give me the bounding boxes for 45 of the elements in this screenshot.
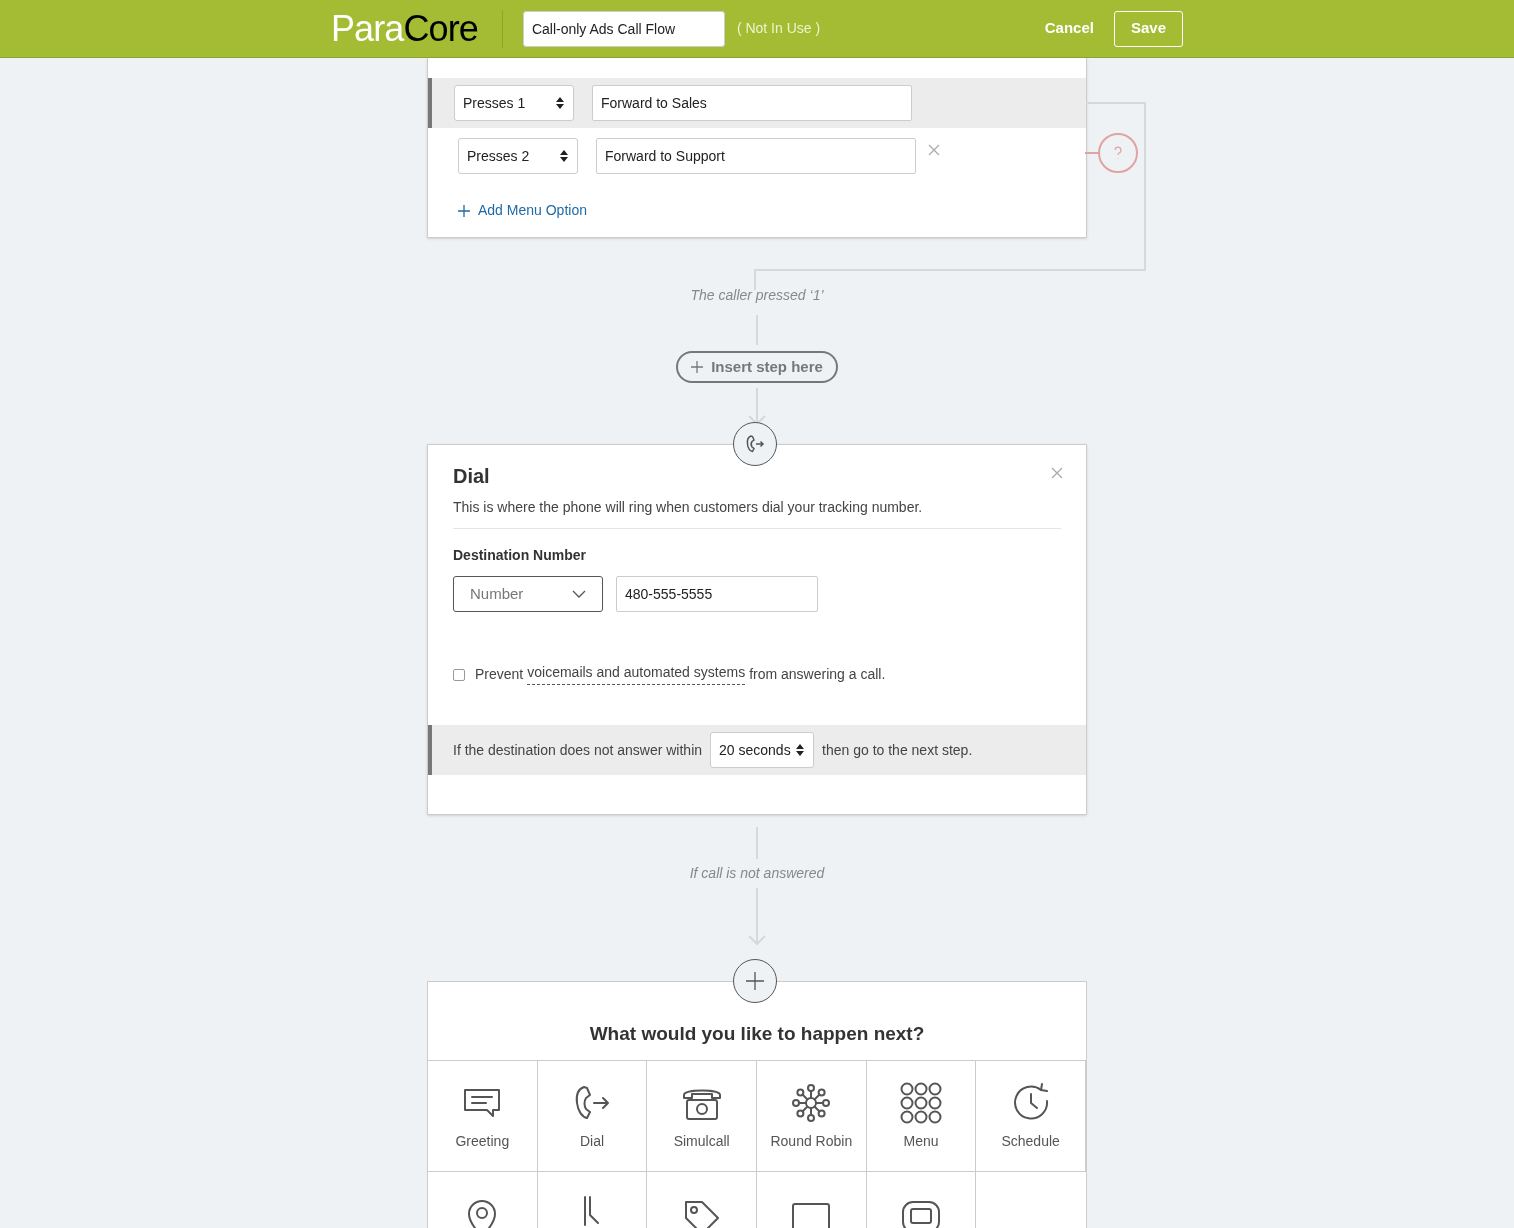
step-type-tile[interactable]: Dial (537, 1061, 648, 1172)
key-select[interactable]: Presses 2 (458, 138, 578, 174)
question-node-icon[interactable] (1098, 133, 1138, 173)
insert-step-button[interactable]: Insert step here (676, 351, 838, 383)
checkbox[interactable] (453, 668, 465, 681)
destination-label: Destination Number (453, 546, 587, 565)
prevent-text: from answering a call. (749, 665, 886, 684)
action-field[interactable]: Forward to Sales (592, 85, 912, 121)
plus-icon (746, 972, 764, 990)
phone-arrow-icon (744, 433, 766, 455)
down-arrow-icon (747, 888, 767, 946)
logo: ParaCore (331, 10, 478, 47)
destination-type-select[interactable]: Number (453, 576, 603, 612)
flow-status: ( Not In Use ) (736, 19, 821, 38)
key-select[interactable]: Presses 1 (454, 85, 574, 121)
step-title: Dial (453, 464, 490, 489)
add-step-button[interactable] (733, 959, 777, 1003)
next-step-title: What would you like to happen next? (589, 1021, 925, 1046)
sort-arrows-icon (559, 149, 569, 163)
step-type-tile[interactable]: Menu (866, 1061, 977, 1172)
keypad-icon (899, 1080, 943, 1125)
step-type-tile[interactable]: Schedule (976, 1061, 1086, 1172)
timeout-text: then go to the next step. (822, 740, 973, 760)
timeout-text: If the destination does not answer within (453, 740, 703, 760)
sort-arrows-icon (555, 96, 565, 110)
menu-option-row[interactable]: Presses 1 Forward to Sales (428, 78, 1086, 128)
prevent-text: Prevent (475, 665, 524, 684)
sort-arrows-icon (795, 743, 806, 757)
step-type-tile[interactable]: Simulcall (647, 1061, 757, 1172)
step-type-tile[interactable]: Greeting (428, 1061, 538, 1172)
branch-label: If call is not answered (689, 864, 825, 883)
action-field[interactable]: Forward to Support (596, 138, 916, 174)
add-menu-option-link[interactable]: Add Menu Option (458, 200, 587, 221)
chevron-down-icon (572, 590, 586, 598)
timeout-select[interactable]: 20 seconds (710, 732, 815, 768)
split-lines-icon (583, 1196, 601, 1226)
step-type-tile[interactable]: Round Robin (757, 1061, 867, 1172)
menu-option-row[interactable]: Presses 2 Forward to Support (428, 128, 1086, 184)
step-description: This is where the phone will ring when customers dial your tracking number. (453, 497, 1061, 529)
flow-name-field[interactable]: Call-only Ads Call Flow (522, 10, 725, 47)
plus-icon (458, 204, 470, 217)
phone-number-field[interactable]: 480-555-5555 (616, 576, 818, 612)
branch-label: The caller pressed ‘1’ (690, 286, 824, 305)
plus-icon (691, 361, 704, 373)
voicemail-info-link[interactable]: voicemails and automated systems (527, 664, 746, 685)
